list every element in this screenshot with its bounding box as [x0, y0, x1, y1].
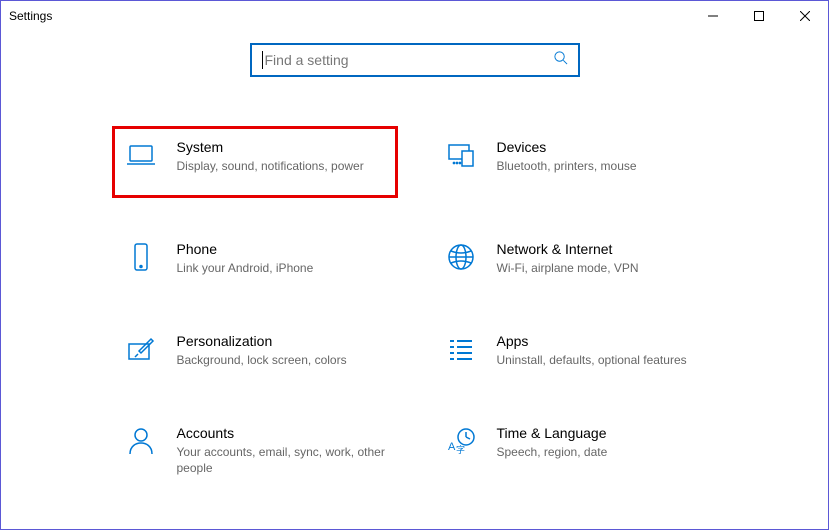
category-time[interactable]: A字 Time & Language Speech, region, date [435, 419, 715, 482]
category-desc: Wi-Fi, airplane mode, VPN [497, 260, 639, 276]
close-button[interactable] [782, 1, 828, 31]
window-title: Settings [9, 9, 52, 23]
category-title: Personalization [177, 333, 347, 349]
category-personalization[interactable]: Personalization Background, lock screen,… [115, 327, 395, 375]
category-phone[interactable]: Phone Link your Android, iPhone [115, 235, 395, 283]
category-desc: Speech, region, date [497, 444, 608, 460]
time-language-icon: A字 [443, 425, 479, 461]
minimize-icon [708, 11, 718, 21]
globe-icon [443, 241, 479, 277]
category-accounts[interactable]: Accounts Your accounts, email, sync, wor… [115, 419, 395, 482]
titlebar: Settings [1, 1, 828, 31]
category-title: Phone [177, 241, 314, 257]
category-apps[interactable]: Apps Uninstall, defaults, optional featu… [435, 327, 715, 375]
maximize-icon [754, 11, 764, 21]
category-devices[interactable]: Devices Bluetooth, printers, mouse [435, 133, 715, 191]
category-title: Devices [497, 139, 637, 155]
category-desc: Display, sound, notifications, power [177, 158, 364, 174]
svg-text:A: A [448, 441, 456, 453]
close-icon [800, 11, 810, 21]
phone-icon [123, 241, 159, 277]
apps-list-icon [443, 333, 479, 369]
minimize-button[interactable] [690, 1, 736, 31]
category-title: Accounts [177, 425, 387, 441]
category-desc: Background, lock screen, colors [177, 352, 347, 368]
maximize-button[interactable] [736, 1, 782, 31]
category-desc: Your accounts, email, sync, work, other … [177, 444, 387, 476]
searchbar-wrap [1, 43, 828, 77]
search-caret [262, 51, 263, 69]
searchbar[interactable] [250, 43, 580, 77]
category-title: System [177, 139, 364, 155]
category-title: Network & Internet [497, 241, 639, 257]
category-desc: Uninstall, defaults, optional features [497, 352, 687, 368]
category-network[interactable]: Network & Internet Wi-Fi, airplane mode,… [435, 235, 715, 283]
category-desc: Link your Android, iPhone [177, 260, 314, 276]
titlebar-controls [690, 1, 828, 31]
category-desc: Bluetooth, printers, mouse [497, 158, 637, 174]
category-title: Apps [497, 333, 687, 349]
search-icon [553, 50, 568, 70]
category-title: Time & Language [497, 425, 608, 441]
search-input[interactable] [265, 52, 553, 68]
devices-icon [443, 139, 479, 175]
category-system[interactable]: System Display, sound, notifications, po… [112, 126, 398, 198]
person-icon [123, 425, 159, 461]
laptop-icon [123, 139, 159, 175]
categories-grid: System Display, sound, notifications, po… [115, 133, 715, 482]
paintbrush-icon [123, 333, 159, 369]
svg-text:字: 字 [456, 444, 465, 455]
